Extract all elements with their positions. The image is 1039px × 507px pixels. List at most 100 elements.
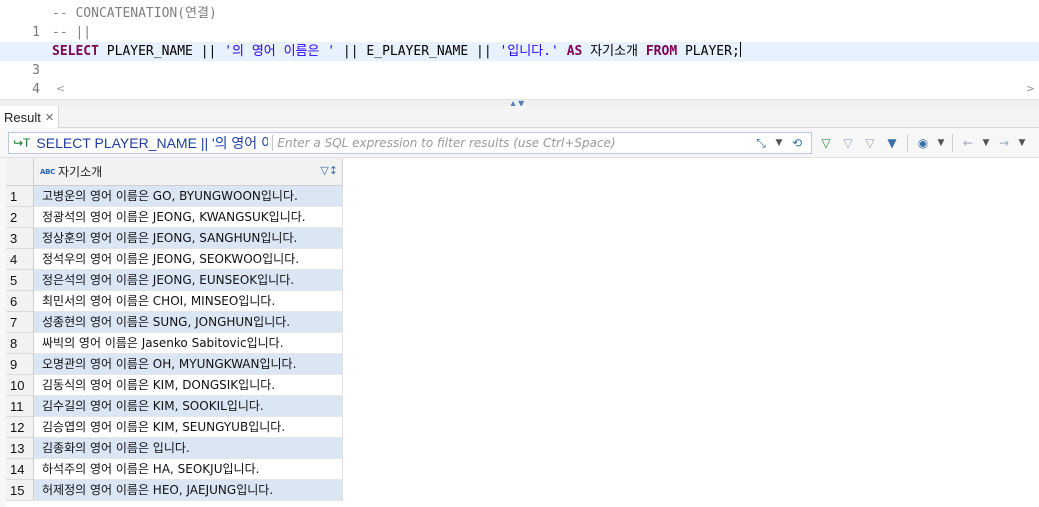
comment-text: -- || (52, 25, 92, 40)
table-cell[interactable]: 허제정의 영어 이름은 HEO, JAEJUNG입니다. (34, 480, 343, 501)
row-number[interactable]: 5 (6, 270, 34, 291)
table-cell[interactable]: 김승엽의 영어 이름은 KIM, SEUNGYUB입니다. (34, 417, 343, 438)
chevron-down-icon[interactable]: ▼ (980, 133, 992, 153)
table-row[interactable]: 5 정은석의 영어 이름은 JEONG, EUNSEOK입니다. (6, 270, 343, 291)
row-number[interactable]: 10 (6, 375, 34, 396)
column-name: 자기소개 (58, 165, 103, 179)
expand-icon[interactable]: ⤡ (751, 133, 771, 153)
table-cell[interactable]: 김종화의 영어 이름은 입니다. (34, 438, 343, 459)
table-row[interactable]: 7 성종현의 영어 이름은 SUNG, JONGHUN입니다. (6, 312, 343, 333)
keyword-as: AS (566, 44, 583, 59)
sql-statement: SELECT PLAYER_NAME || '의 영어 이름은 ' || E_P… (52, 42, 741, 61)
panels-icon[interactable]: ◉ (913, 133, 933, 153)
divider (272, 135, 274, 151)
row-number[interactable]: 13 (6, 438, 34, 459)
table-row[interactable]: 14 하석주의 영어 이름은 HA, SEOKJU입니다. (6, 459, 343, 480)
table-cell[interactable]: 정광석의 영어 이름은 JEONG, KWANGSUK입니다. (34, 207, 343, 228)
chevron-down-icon[interactable]: ▼ (935, 133, 947, 153)
sql-token: 자기소개 (582, 44, 646, 59)
editor-line-3[interactable]: 3 SELECT PLAYER_NAME || '의 영어 이름은 ' || E… (0, 42, 1039, 78)
refresh-icon[interactable]: ⟲ (787, 133, 807, 153)
sql-token: || E_PLAYER_NAME || (335, 44, 500, 59)
horizontal-scrollbar[interactable]: < > (52, 82, 1039, 96)
comment-text: -- CONCATENATION(연결) (52, 6, 217, 21)
panel-splitter[interactable]: ▲▼ (0, 99, 1039, 108)
row-number[interactable]: 7 (6, 312, 34, 333)
row-number[interactable]: 3 (6, 228, 34, 249)
line-number: 4 (32, 82, 40, 97)
row-number[interactable]: 15 (6, 480, 34, 501)
divider (907, 134, 908, 152)
tab-result-label: Result (4, 109, 41, 125)
string-literal: '의 영어 이름은 ' (224, 44, 336, 59)
keyword-select: SELECT (52, 44, 99, 59)
sql-editor[interactable]: 1 -- CONCATENATION(연결) 2 -- || 3 SELECT … (0, 0, 1039, 99)
table-row[interactable]: 8 싸빅의 영어 이름은 Jasenko Sabitovic입니다. (6, 333, 343, 354)
table-row[interactable]: 13 김종화의 영어 이름은 입니다. (6, 438, 343, 459)
filter-actions: ▽ ▽ ▽ ▼ ◉ ▼ ← ▼ → ▼ (816, 133, 1028, 153)
filter-settings-icon[interactable]: ▼ (882, 133, 902, 153)
column-filter-sort-icon[interactable]: ▽↕ (320, 164, 338, 177)
table-row[interactable]: 4 정석우의 영어 이름은 JEONG, SEOKWOO입니다. (6, 249, 343, 270)
scroll-left-icon[interactable]: < (56, 82, 65, 95)
divider (952, 134, 953, 152)
scroll-right-icon[interactable]: > (1026, 82, 1035, 95)
chevron-down-icon[interactable]: ▼ (1016, 133, 1028, 153)
table-row[interactable]: 6 최민서의 영어 이름은 CHOI, MINSEO입니다. (6, 291, 343, 312)
restore-filter-icon[interactable]: ▽ (860, 133, 880, 153)
sql-query-icon: ↪T (13, 136, 31, 150)
apply-filter-icon[interactable]: ▽ (816, 133, 836, 153)
filter-placeholder[interactable]: Enter a SQL expression to filter results… (277, 136, 751, 150)
row-number[interactable]: 2 (6, 207, 34, 228)
sql-token: PLAYER; (677, 44, 740, 59)
string-literal: '입니다.' (499, 44, 559, 59)
table-row[interactable]: 1 고병운의 영어 이름은 GO, BYUNGWOON입니다. (6, 186, 343, 207)
filter-input[interactable]: ↪T SELECT PLAYER_NAME || '의 영어 이름 Enter … (8, 132, 812, 154)
row-number[interactable]: 8 (6, 333, 34, 354)
table-cell[interactable]: 싸빅의 영어 이름은 Jasenko Sabitovic입니다. (34, 333, 343, 354)
editor-line-4[interactable]: 4 (0, 61, 1039, 97)
table-cell[interactable]: 최민서의 영어 이름은 CHOI, MINSEO입니다. (34, 291, 343, 312)
editor-line-2[interactable]: 2 -- || (0, 23, 1039, 59)
table-cell[interactable]: 오명관의 영어 이름은 OH, MYUNGKWAN입니다. (34, 354, 343, 375)
text-caret (739, 42, 741, 57)
row-number[interactable]: 1 (6, 186, 34, 207)
row-number[interactable]: 11 (6, 396, 34, 417)
tab-result[interactable]: Result ✕ (0, 106, 60, 128)
row-number[interactable]: 9 (6, 354, 34, 375)
table-cell[interactable]: 정상훈의 영어 이름은 JEONG, SANGHUN입니다. (34, 228, 343, 249)
result-grid[interactable]: ABC 자기소개 ▽↕ 1 고병운의 영어 이름은 GO, BYUNGWOON입니… (0, 158, 1039, 507)
column-header-intro[interactable]: ABC 자기소개 ▽↕ (34, 158, 343, 186)
table-cell[interactable]: 정은석의 영어 이름은 JEONG, EUNSEOK입니다. (34, 270, 343, 291)
forward-arrow-icon[interactable]: → (994, 133, 1014, 153)
table-cell[interactable]: 김동식의 영어 이름은 KIM, DONGSIK입니다. (34, 375, 343, 396)
table-cell[interactable]: 성종현의 영어 이름은 SUNG, JONGHUN입니다. (34, 312, 343, 333)
row-number[interactable]: 12 (6, 417, 34, 438)
back-arrow-icon[interactable]: ← (958, 133, 978, 153)
query-text: SELECT PLAYER_NAME || '의 영어 이름 (36, 135, 269, 151)
text-type-icon: ABC (40, 167, 55, 176)
table-row[interactable]: 11 김수길의 영어 이름은 KIM, SOOKIL입니다. (6, 396, 343, 417)
table-row[interactable]: 9 오명관의 영어 이름은 OH, MYUNGKWAN입니다. (6, 354, 343, 375)
close-icon[interactable]: ✕ (45, 111, 54, 124)
table-cell[interactable]: 정석우의 영어 이름은 JEONG, SEOKWOO입니다. (34, 249, 343, 270)
table-row[interactable]: 10 김동식의 영어 이름은 KIM, DONGSIK입니다. (6, 375, 343, 396)
row-number[interactable]: 14 (6, 459, 34, 480)
clear-filter-icon[interactable]: ▽ (838, 133, 858, 153)
table-cell[interactable]: 고병운의 영어 이름은 GO, BYUNGWOON입니다. (34, 186, 343, 207)
sql-token: PLAYER_NAME || (98, 44, 225, 59)
table-cell[interactable]: 하석주의 영어 이름은 HA, SEOKJU입니다. (34, 459, 343, 480)
grid-rows: 1 고병운의 영어 이름은 GO, BYUNGWOON입니다. 2 정광석의 영어 이… (6, 186, 343, 501)
table-cell[interactable]: 김수길의 영어 이름은 KIM, SOOKIL입니다. (34, 396, 343, 417)
filter-toolbar: ↪T SELECT PLAYER_NAME || '의 영어 이름 Enter … (0, 128, 1039, 158)
history-dropdown-icon[interactable]: ▼ (773, 133, 785, 153)
row-number[interactable]: 6 (6, 291, 34, 312)
row-number[interactable]: 4 (6, 249, 34, 270)
editor-line-1[interactable]: 1 -- CONCATENATION(연결) (0, 4, 1039, 40)
table-row[interactable]: 15 허제정의 영어 이름은 HEO, JAEJUNG입니다. (6, 480, 343, 501)
table-row[interactable]: 3 정상훈의 영어 이름은 JEONG, SANGHUN입니다. (6, 228, 343, 249)
table-row[interactable]: 12 김승엽의 영어 이름은 KIM, SEUNGYUB입니다. (6, 417, 343, 438)
table-row[interactable]: 2 정광석의 영어 이름은 JEONG, KWANGSUK입니다. (6, 207, 343, 228)
grid-corner[interactable] (6, 158, 34, 186)
